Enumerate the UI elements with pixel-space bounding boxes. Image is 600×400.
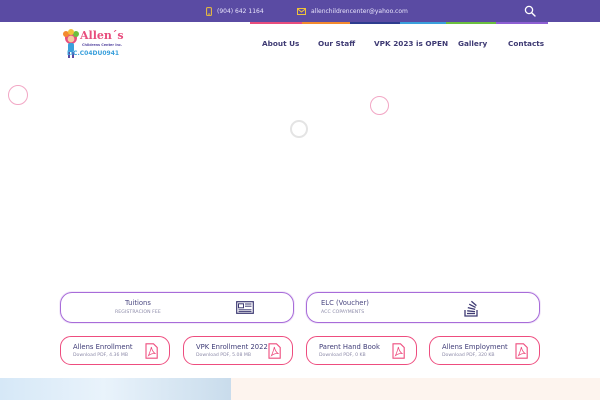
elc-voucher-card[interactable]: ELC (Voucher) ACC COPAYMENTS: [306, 292, 540, 323]
card-title: Tuitions: [125, 299, 151, 307]
card-subtitle: ACC COPAYMENTS: [321, 310, 365, 315]
download-size: Download PDF, 4.36 MB: [73, 353, 128, 358]
card-title: ELC (Voucher): [321, 299, 369, 307]
nav-stripe-4: [400, 22, 446, 24]
nav-contacts[interactable]: Contacts: [508, 37, 544, 49]
card-subtitle: REGISTRACION FEE: [115, 310, 161, 315]
nav-vpk-2023[interactable]: VPK 2023 is OPEN: [374, 37, 448, 49]
download-size: Download PDF, 5.08 MB: [196, 353, 251, 358]
download-vpk-enrollment[interactable]: VPK Enrollment 2022 Download PDF, 5.08 M…: [183, 336, 293, 365]
nav-about-us[interactable]: About Us: [262, 37, 299, 49]
stack-icon: [464, 300, 478, 317]
nav-our-staff[interactable]: Our Staff: [318, 37, 355, 49]
download-size: Download PDF, 320 KB: [442, 353, 495, 358]
logo-name: Allen´s: [80, 29, 124, 42]
nav-stripe-5: [446, 22, 496, 24]
tuitions-card[interactable]: Tuitions REGISTRACION FEE: [60, 292, 294, 323]
pdf-icon: [392, 343, 405, 359]
logo-license: LIC.C04DU0941: [67, 50, 120, 57]
bottom-cream-section: [231, 378, 600, 400]
decorative-ring-left: [8, 85, 28, 105]
download-allens-employment[interactable]: Allens Employment Download PDF, 320 KB: [429, 336, 540, 365]
email-address: allenchildrencenter@yahoo.com: [311, 7, 408, 15]
envelope-icon: [297, 7, 306, 15]
site-logo[interactable]: Allen´s Childrens Center Inc. LIC.C04DU0…: [58, 28, 132, 60]
nav-stripe-6: [496, 22, 548, 24]
pdf-icon: [268, 343, 281, 359]
download-title: Allens Employment: [442, 343, 508, 351]
logo-tagline: Childrens Center Inc.: [82, 43, 123, 47]
download-title: Allens Enrollment: [73, 343, 133, 351]
download-allens-enrollment[interactable]: Allens Enrollment Download PDF, 4.36 MB: [60, 336, 170, 365]
download-parent-handbook[interactable]: Parent Hand Book Download PDF, 0 KB: [306, 336, 417, 365]
decorative-ring-right: [370, 96, 389, 115]
download-title: Parent Hand Book: [319, 343, 380, 351]
search-icon[interactable]: [524, 5, 536, 17]
email-contact[interactable]: allenchildrencenter@yahoo.com: [297, 0, 408, 22]
nav-stripe-2: [302, 22, 350, 24]
nav-stripe-1: [250, 22, 302, 24]
loading-spinner: [290, 120, 308, 138]
pdf-icon: [515, 343, 528, 359]
phone-icon: [206, 6, 212, 16]
phone-contact[interactable]: (904) 642 1164: [206, 0, 264, 22]
newspaper-icon: [236, 301, 254, 314]
top-bar: (904) 642 1164 allenchildrencenter@yahoo…: [0, 0, 600, 22]
bottom-photo-strip: [0, 378, 231, 400]
nav-gallery[interactable]: Gallery: [458, 37, 487, 49]
download-size: Download PDF, 0 KB: [319, 353, 366, 358]
nav-stripe-3: [350, 22, 400, 24]
pdf-icon: [145, 343, 158, 359]
phone-number: (904) 642 1164: [217, 7, 264, 15]
download-title: VPK Enrollment 2022: [196, 343, 268, 351]
